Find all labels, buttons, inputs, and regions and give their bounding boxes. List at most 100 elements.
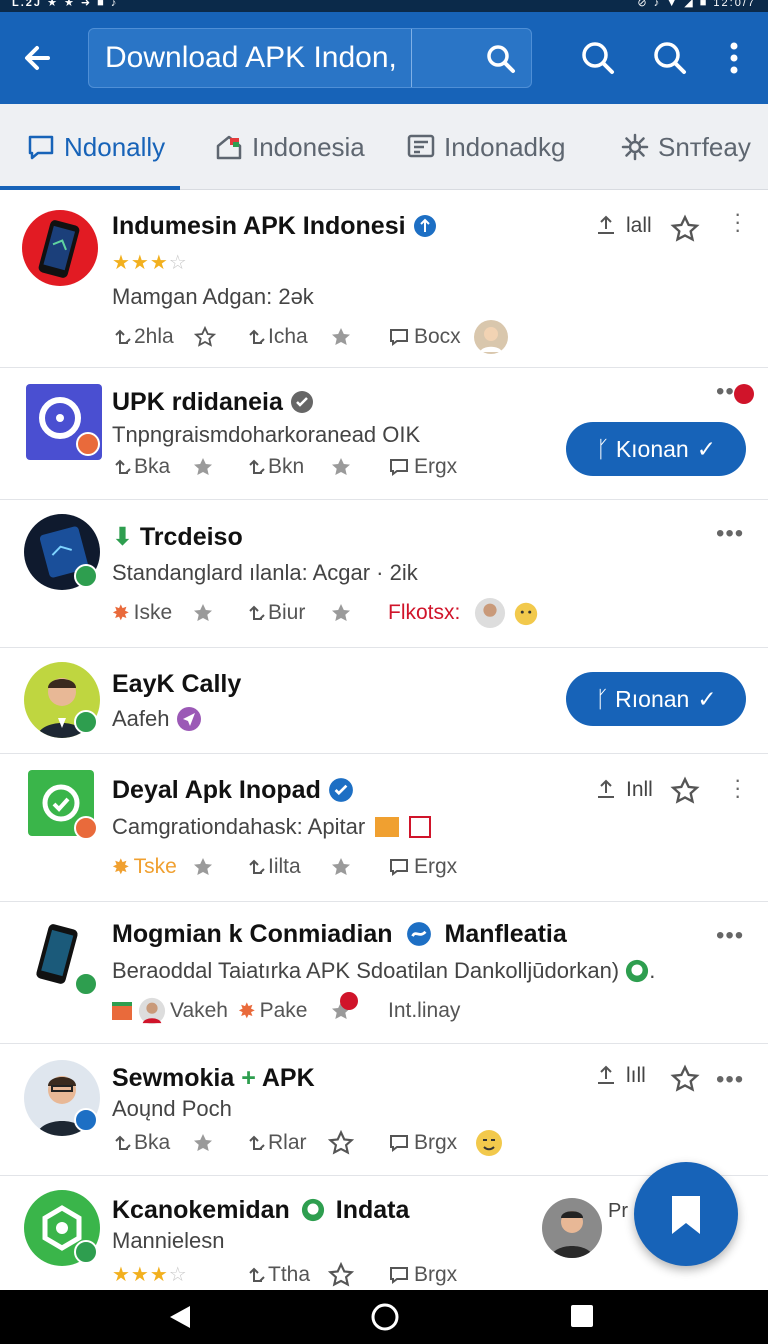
app-subtitle: Aoųnd Poch (112, 1096, 232, 1121)
install-icon (598, 215, 614, 234)
emoji-icon (512, 598, 540, 628)
list-item[interactable]: Mogmian k Conmiadian Manfleatia Beraodda… (0, 902, 768, 1044)
install-action[interactable]: lıll (594, 1064, 646, 1088)
sun-icon: ✸ (112, 855, 130, 879)
alert-label[interactable]: Flkotsx: (388, 598, 460, 628)
search-go-icon[interactable] (485, 43, 517, 75)
tag-label[interactable]: ✸ Iske (112, 598, 172, 628)
search-input[interactable]: Download APK Indon, (88, 28, 532, 88)
repost-count[interactable]: Bka (112, 452, 170, 482)
favorite-star-icon[interactable] (670, 214, 700, 244)
row-overflow-icon[interactable]: •• (716, 378, 735, 406)
search-divider (411, 29, 412, 87)
status-badge (74, 972, 98, 996)
bookmark-icon (672, 1196, 700, 1234)
star-filled-icon[interactable] (192, 852, 214, 882)
tab-label: Indonadkg (444, 131, 566, 162)
verified-badge (74, 1108, 98, 1132)
search-query[interactable]: Download APK Indon, (105, 41, 397, 75)
app-subtitle: Mannielesn (112, 1228, 225, 1253)
repost-count[interactable]: 2hla (112, 322, 174, 352)
star-filled-icon[interactable] (330, 322, 352, 352)
star-filled-icon[interactable] (330, 452, 352, 482)
open-button[interactable]: ᚴ Rıonan ✓ (566, 672, 746, 726)
nav-home-icon[interactable] (370, 1302, 400, 1337)
tab-indonadkg[interactable]: Indonadkg (406, 104, 565, 190)
row-overflow-icon[interactable]: · · · (734, 203, 742, 241)
repost-count[interactable]: Ttha (246, 1260, 310, 1290)
flag-icon (112, 996, 132, 1026)
tab-label: Indonesia (252, 131, 365, 162)
tab-ndonally[interactable]: Ndonally (26, 104, 165, 190)
compose-fab-button[interactable] (634, 1162, 738, 1266)
sun-icon: ✸ (112, 601, 130, 625)
meta-row: ✸ Iske Biur Flkotsx: (112, 597, 552, 629)
star-filled-icon[interactable] (330, 852, 352, 882)
list-item[interactable]: Deyal Apk Inopad Camgrationdahask: Apita… (0, 754, 768, 902)
status-badge (74, 1240, 98, 1264)
sun-icon: ✸ (238, 999, 256, 1023)
repost-count[interactable]: Biur (246, 598, 305, 628)
star-outline-icon[interactable] (328, 1128, 354, 1158)
repost-count[interactable]: Iilta (246, 852, 301, 882)
star-filled-icon[interactable] (192, 1128, 214, 1158)
star-icon[interactable] (194, 322, 216, 352)
install-action[interactable]: lall (594, 214, 652, 238)
tag-label[interactable]: Vakeh (170, 996, 228, 1026)
tab-settings[interactable]: Snтfeay (620, 104, 751, 190)
tag-label[interactable]: ✸ Pake (238, 996, 307, 1026)
status-right: ⊘ ♪ ▼ ◢ ■ 12:0/7 (637, 0, 756, 9)
search-icon[interactable] (576, 36, 620, 80)
mail-icon (375, 817, 400, 837)
star-filled-icon[interactable] (192, 452, 214, 482)
search-icon-secondary[interactable] (648, 36, 692, 80)
meta-row: ✸ Tske Iilta Ergx (112, 852, 552, 882)
comment-count[interactable]: Brgx (388, 1260, 457, 1290)
overflow-menu-icon[interactable] (712, 36, 756, 80)
app-subtitle: Camgrationdahask: Apitar (112, 814, 432, 840)
app-bar: Download APK Indon, (0, 12, 768, 104)
meta-row: Ttha Brgx (112, 1260, 552, 1290)
nav-recents-icon[interactable] (570, 1304, 594, 1333)
repost-count[interactable]: Bka (112, 1128, 170, 1158)
favorite-star-icon[interactable] (670, 1064, 700, 1094)
install-action[interactable]: Inll (594, 778, 653, 802)
back-arrow-icon[interactable] (18, 36, 62, 80)
tab-indonesia[interactable]: Indonesia (214, 104, 365, 190)
list-item[interactable]: EayK Cally Aafeh ᚴ Rıonan ✓ (0, 648, 768, 754)
tag-label[interactable]: ✸ Tske (112, 852, 177, 882)
comment-count[interactable]: Brgx (388, 1128, 457, 1158)
repost-count[interactable]: Rlar (246, 1128, 307, 1158)
row-overflow-icon[interactable]: ••• (716, 520, 744, 548)
tab-active-indicator (0, 186, 180, 190)
app-subtitle: Beraoddal Taiatırka APK Sdoatilan Dankol… (112, 958, 656, 983)
status-badge (74, 816, 98, 840)
tag-label[interactable]: Int.linay (388, 996, 460, 1026)
row-overflow-icon[interactable]: ••• (716, 1066, 744, 1094)
nav-back-icon[interactable] (168, 1304, 192, 1335)
app-title: Indumesin APK Indonesi (112, 212, 437, 241)
meta-row: Bka Rlar Brgx (112, 1128, 552, 1158)
list-item[interactable]: UPK rdidaneia Tnpngraismdoharkoranead OI… (0, 368, 768, 500)
favorite-star-icon[interactable] (670, 776, 700, 806)
list-item[interactable]: ⬇ Trcdeiso Standanglard ılanla: Acgar · … (0, 500, 768, 648)
star-filled-icon[interactable] (192, 598, 214, 628)
row-overflow-icon[interactable]: · · · (734, 769, 742, 807)
robot-icon (626, 959, 649, 983)
user-avatar-small (474, 597, 506, 629)
star-filled-icon[interactable] (330, 598, 352, 628)
download-arrow-icon: ⬇ (112, 523, 133, 551)
app-subtitle: Mamgan Adgan: 2ǝk (112, 284, 314, 309)
comment-count[interactable]: Bocx (388, 322, 461, 352)
status-badge (74, 564, 98, 588)
repost-count[interactable]: Bkn (246, 452, 304, 482)
open-button[interactable]: ᚴ Kıonan ✓ (566, 422, 746, 476)
list-item[interactable]: Sewmokia + APK Aoųnd Poch Bka Rlar Brgx … (0, 1044, 768, 1176)
list-item[interactable]: Indumesin APK Indonesi ★★★☆ Mamgan Adgan… (0, 192, 768, 368)
star-outline-icon[interactable] (328, 1260, 354, 1290)
comment-count[interactable]: Ergx (388, 852, 457, 882)
comment-count[interactable]: Ergx (388, 452, 457, 482)
row-overflow-icon[interactable]: ••• (716, 922, 744, 950)
status-bar: L.2J ★ ★ ➜ ■ ♪ ⊘ ♪ ▼ ◢ ■ 12:0/7 (0, 0, 768, 12)
repost-count[interactable]: Icha (246, 322, 308, 352)
